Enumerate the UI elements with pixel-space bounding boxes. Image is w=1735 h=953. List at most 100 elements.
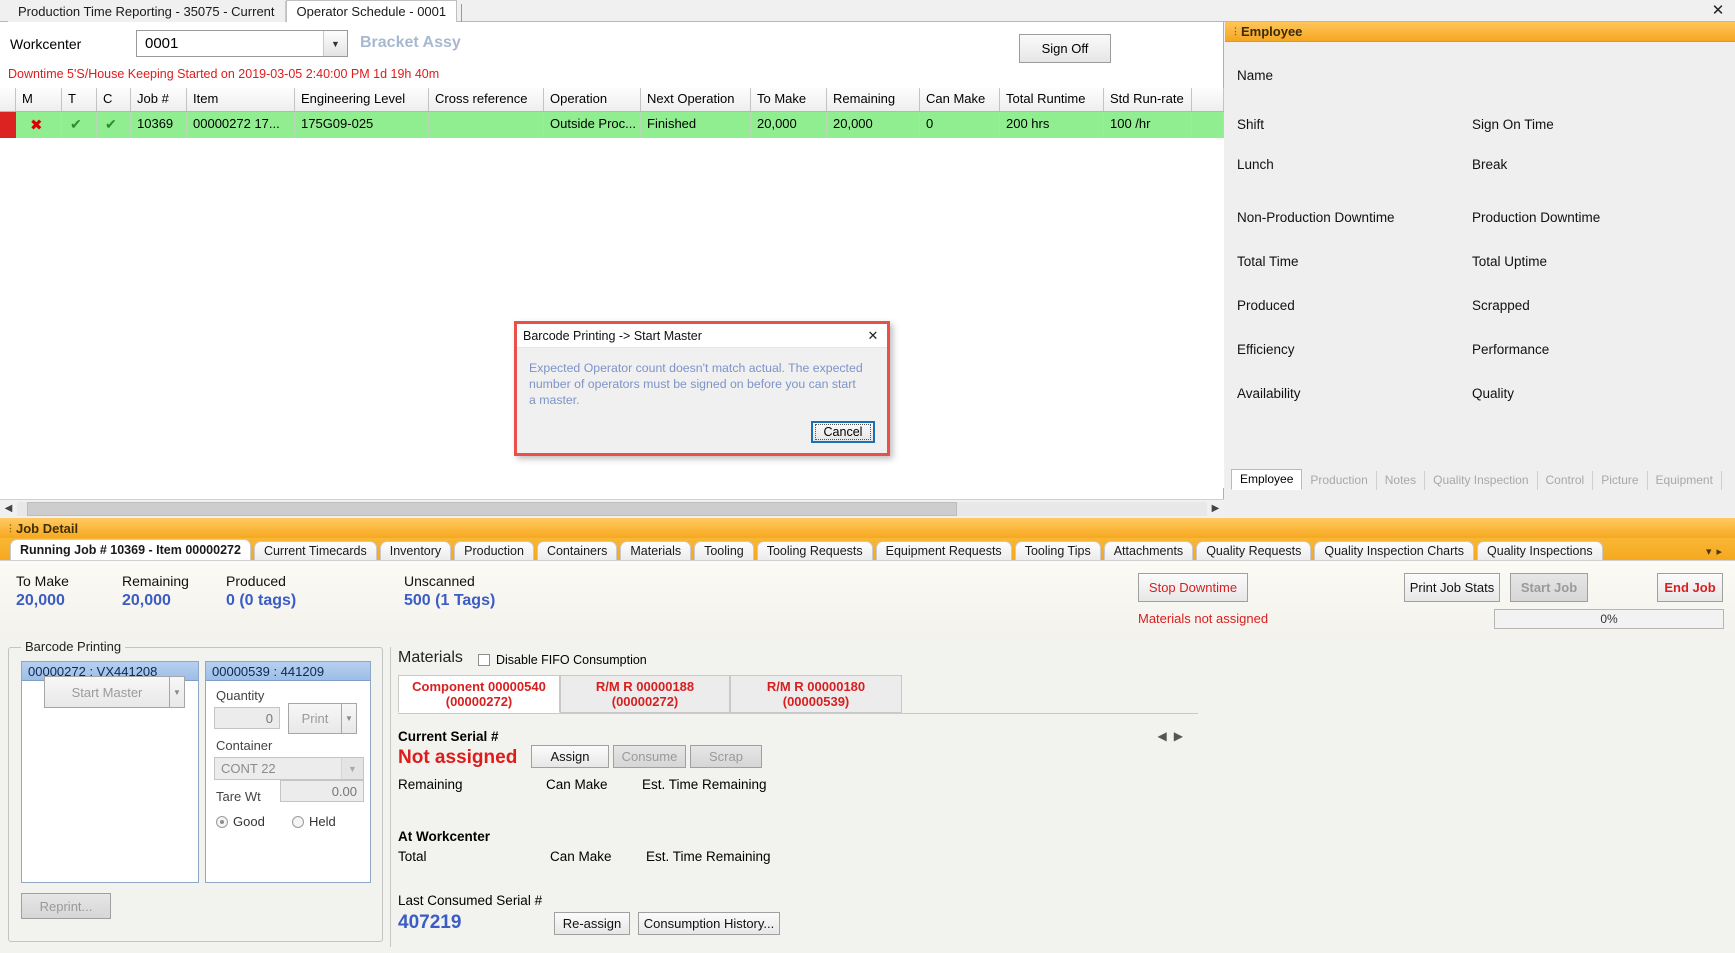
- scroll-left-icon[interactable]: ◀: [0, 503, 17, 514]
- grid-col-to-make[interactable]: To Make: [751, 88, 827, 111]
- document-tab-production-time-reporting[interactable]: Production Time Reporting - 35075 - Curr…: [8, 1, 286, 22]
- jobtab-quality-requests[interactable]: Quality Requests: [1196, 541, 1312, 560]
- container-label: Container: [216, 738, 273, 753]
- scrollbar-thumb[interactable]: [27, 501, 957, 516]
- field-availability: Availability: [1237, 386, 1301, 401]
- grid-horizontal-scrollbar[interactable]: ◀ ▶: [0, 499, 1224, 517]
- jobtab-current-timecards[interactable]: Current Timecards: [253, 541, 377, 560]
- table-row[interactable]: ✖ ✔ ✔ 10369 00000272 17... 175G09-025 Ou…: [0, 112, 1224, 138]
- tab-caret: [461, 4, 464, 22]
- tab-notes[interactable]: Notes: [1377, 471, 1426, 490]
- tare-wt-input[interactable]: 0.00: [280, 780, 364, 802]
- tab-equipment[interactable]: Equipment: [1648, 471, 1722, 490]
- grid-col-rowmark: [0, 88, 16, 111]
- reprint-button[interactable]: Reprint...: [21, 893, 111, 919]
- stat-produced-value: 0 (0 tags): [226, 592, 297, 609]
- tare-wt-label: Tare Wt: [216, 789, 261, 804]
- row-t-icon[interactable]: ✔: [62, 112, 97, 138]
- grid-col-next-operation[interactable]: Next Operation: [641, 88, 751, 111]
- disable-fifo-checkbox[interactable]: Disable FIFO Consumption: [478, 653, 647, 667]
- tab-production[interactable]: Production: [1302, 471, 1377, 490]
- good-radio[interactable]: Good: [216, 814, 265, 829]
- material-tab-line1: R/M R 00000188: [595, 679, 695, 694]
- row-next-operation: Finished: [641, 112, 751, 138]
- tab-control[interactable]: Control: [1538, 471, 1594, 490]
- grid-col-std-run-rate[interactable]: Std Run-rate: [1104, 88, 1192, 111]
- chevron-down-icon[interactable]: ▼: [323, 31, 347, 56]
- est-time-remaining-label-2: Est. Time Remaining: [646, 849, 771, 864]
- grid-col-c[interactable]: C: [97, 88, 131, 111]
- cancel-button[interactable]: Cancel: [811, 421, 875, 443]
- tab-picture[interactable]: Picture: [1593, 471, 1648, 490]
- jobtab-production[interactable]: Production: [454, 541, 534, 560]
- print-button[interactable]: Print: [288, 703, 342, 734]
- dialog-title-bar: Barcode Printing -> Start Master ✕: [517, 324, 887, 348]
- job-detail-content: Barcode Printing 00000272 : VX441208 Sta…: [0, 637, 1735, 953]
- grid-col-m[interactable]: M: [16, 88, 62, 111]
- assign-button[interactable]: Assign: [531, 745, 609, 768]
- grid-col-operation[interactable]: Operation: [544, 88, 641, 111]
- grid-col-job[interactable]: Job #: [131, 88, 187, 111]
- tab-employee[interactable]: Employee: [1231, 469, 1303, 490]
- chevron-down-icon[interactable]: ▼: [341, 758, 363, 779]
- material-tab-rm-00000180[interactable]: R/M R 00000180 (00000539): [730, 675, 902, 713]
- close-icon[interactable]: ✕: [865, 328, 881, 344]
- re-assign-button[interactable]: Re-assign: [554, 912, 630, 935]
- barcode-printing-legend: Barcode Printing: [21, 639, 126, 654]
- start-master-button[interactable]: Start Master: [44, 676, 170, 708]
- grid-col-t[interactable]: T: [62, 88, 97, 111]
- tab-quality-inspection[interactable]: Quality Inspection: [1425, 471, 1538, 490]
- quantity-input[interactable]: 0: [214, 707, 280, 729]
- drag-handle-icon[interactable]: ⋮: [6, 523, 15, 532]
- jobtab-inventory[interactable]: Inventory: [379, 541, 452, 560]
- can-make-label: Can Make: [546, 777, 608, 792]
- grid-col-cross-reference[interactable]: Cross reference: [429, 88, 544, 111]
- field-total-time: Total Time: [1237, 254, 1299, 269]
- material-tab-component-00000540[interactable]: Component 00000540 (00000272): [398, 675, 560, 713]
- jobtab-materials[interactable]: Materials: [620, 541, 692, 560]
- container-select[interactable]: CONT 22 ▼: [214, 757, 364, 780]
- jobtab-containers[interactable]: Containers: [536, 541, 618, 560]
- grid-col-total-runtime[interactable]: Total Runtime: [1000, 88, 1104, 111]
- jobtab-attachments[interactable]: Attachments: [1103, 541, 1194, 560]
- jobtab-quality-inspection-charts[interactable]: Quality Inspection Charts: [1314, 541, 1475, 560]
- workcenter-select[interactable]: 0001 ▼: [136, 30, 348, 57]
- grid-col-engineering-level[interactable]: Engineering Level: [295, 88, 429, 111]
- jobtab-quality-inspections[interactable]: Quality Inspections: [1477, 541, 1603, 560]
- scrap-button[interactable]: Scrap: [690, 745, 762, 768]
- good-radio-label: Good: [233, 814, 265, 829]
- row-engineering-level: 175G09-025: [295, 112, 429, 138]
- close-icon[interactable]: ✕: [1707, 2, 1729, 20]
- sign-off-button[interactable]: Sign Off: [1019, 34, 1111, 63]
- print-job-stats-button[interactable]: Print Job Stats: [1404, 573, 1500, 602]
- jobtab-equipment-requests[interactable]: Equipment Requests: [875, 541, 1012, 560]
- jobtab-tooling-requests[interactable]: Tooling Requests: [756, 541, 873, 560]
- start-job-button[interactable]: Start Job: [1510, 573, 1588, 602]
- consumption-history-button[interactable]: Consumption History...: [638, 912, 780, 935]
- jobtab-tooling[interactable]: Tooling: [694, 541, 754, 560]
- grid-col-can-make[interactable]: Can Make: [920, 88, 1000, 111]
- row-c-icon[interactable]: ✔: [97, 112, 131, 138]
- chevron-down-icon[interactable]: ▼: [342, 703, 357, 734]
- jobtab-tooling-tips[interactable]: Tooling Tips: [1014, 541, 1101, 560]
- stop-downtime-button[interactable]: Stop Downtime: [1138, 573, 1248, 602]
- consume-button[interactable]: Consume: [613, 745, 686, 768]
- end-job-button[interactable]: End Job: [1657, 573, 1723, 602]
- print-split-button[interactable]: Print ▼: [288, 703, 357, 734]
- material-tab-rm-00000188[interactable]: R/M R 00000188 (00000272): [560, 675, 730, 713]
- materials-scroll-nav[interactable]: ◀▶: [1158, 729, 1190, 743]
- grid-col-remaining[interactable]: Remaining: [827, 88, 920, 111]
- held-radio[interactable]: Held: [292, 814, 336, 829]
- start-master-split-button[interactable]: Start Master ▼: [44, 676, 185, 708]
- scroll-right-icon[interactable]: ▶: [1207, 503, 1224, 514]
- barcode-box-container: 00000539 : 441209 Quantity 0 Print ▼ Con…: [205, 661, 371, 883]
- chevron-down-icon[interactable]: ▼: [170, 676, 185, 708]
- checkbox-icon[interactable]: [478, 654, 490, 666]
- scrollbar-track[interactable]: [17, 501, 1207, 516]
- row-m-icon[interactable]: ✖: [16, 112, 62, 138]
- job-detail-tab-overflow[interactable]: ▾▸: [1706, 545, 1727, 558]
- jobtab-running-job[interactable]: Running Job # 10369 - Item 00000272: [10, 539, 251, 560]
- drag-handle-icon[interactable]: ⋮: [1231, 27, 1240, 36]
- document-tab-operator-schedule[interactable]: Operator Schedule - 0001: [285, 0, 458, 23]
- grid-col-item[interactable]: Item: [187, 88, 295, 111]
